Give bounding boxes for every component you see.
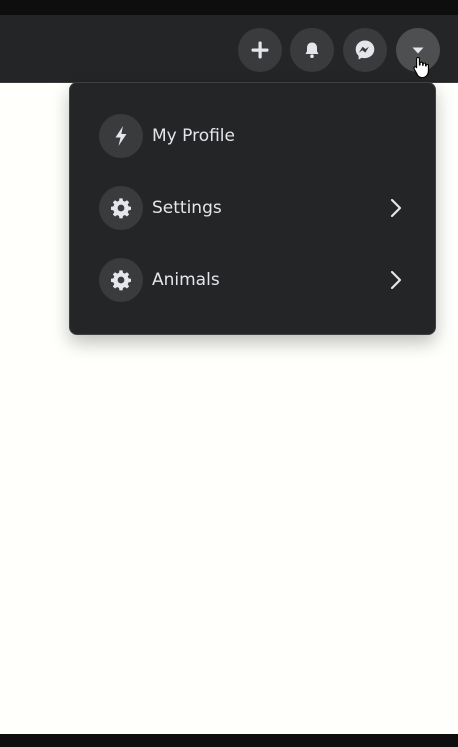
account-menu-button[interactable]: [396, 28, 440, 72]
menu-item-settings[interactable]: Settings: [88, 180, 418, 236]
create-button[interactable]: [238, 28, 282, 72]
menu-item-label: Animals: [152, 270, 220, 290]
plus-icon: [250, 40, 270, 60]
notifications-button[interactable]: [290, 28, 334, 72]
messenger-button[interactable]: [343, 28, 387, 72]
menu-item-animals[interactable]: Animals: [88, 252, 418, 308]
account-dropdown-menu: My Profile Settings Animals: [69, 82, 436, 335]
window-bottom-strip: [0, 734, 458, 747]
menu-item-label: My Profile: [152, 126, 235, 146]
chevron-right-icon: [386, 270, 406, 290]
messenger-icon: [354, 39, 376, 61]
window-top-strip: [0, 0, 458, 15]
bolt-icon: [99, 114, 143, 158]
bell-icon: [303, 41, 321, 59]
menu-item-my-profile[interactable]: My Profile: [88, 108, 418, 164]
menu-item-label: Settings: [152, 198, 222, 218]
gear-icon: [99, 186, 143, 230]
top-navbar: [0, 15, 458, 83]
gear-icon: [99, 258, 143, 302]
caret-down-icon: [411, 45, 425, 55]
chevron-right-icon: [386, 198, 406, 218]
